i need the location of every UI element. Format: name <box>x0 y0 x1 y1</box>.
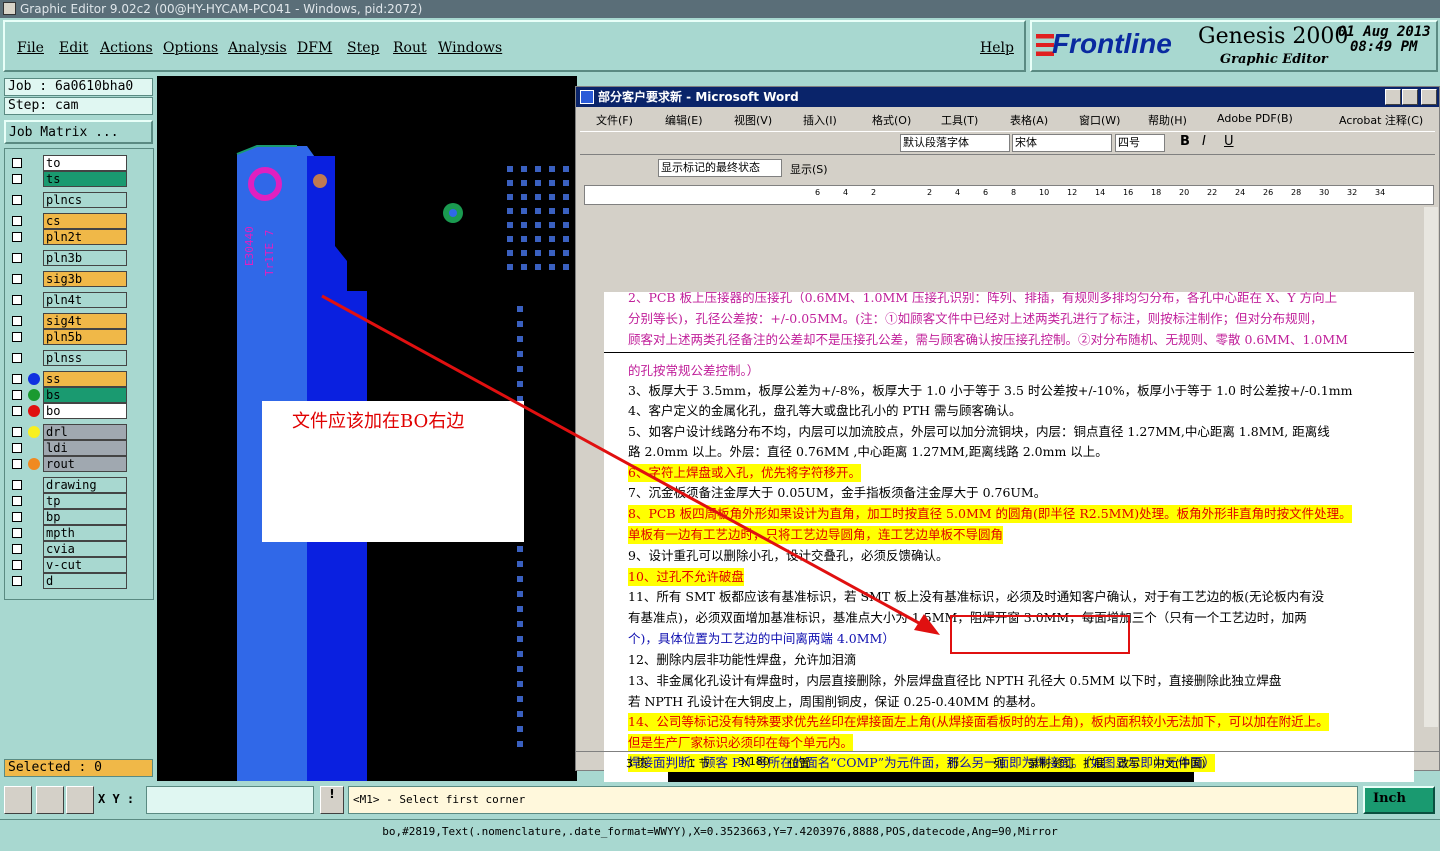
xy-label: X Y : <box>98 792 135 806</box>
zoom-icon[interactable] <box>4 786 32 814</box>
measure-icon[interactable] <box>36 786 64 814</box>
annotation-arrow <box>321 294 1130 654</box>
prompt-line: <M1> - Select first corner <box>348 786 1358 814</box>
status-line: bo,#2819,Text(.nomenclature,.date_format… <box>0 819 1440 843</box>
info-button[interactable]: ! <box>320 786 344 814</box>
xy-input[interactable] <box>146 786 314 814</box>
grid-icon[interactable] <box>66 786 94 814</box>
command-bar: X Y : ! <M1> - Select first corner Inch <box>0 782 1440 818</box>
units-button[interactable]: Inch <box>1363 786 1435 814</box>
